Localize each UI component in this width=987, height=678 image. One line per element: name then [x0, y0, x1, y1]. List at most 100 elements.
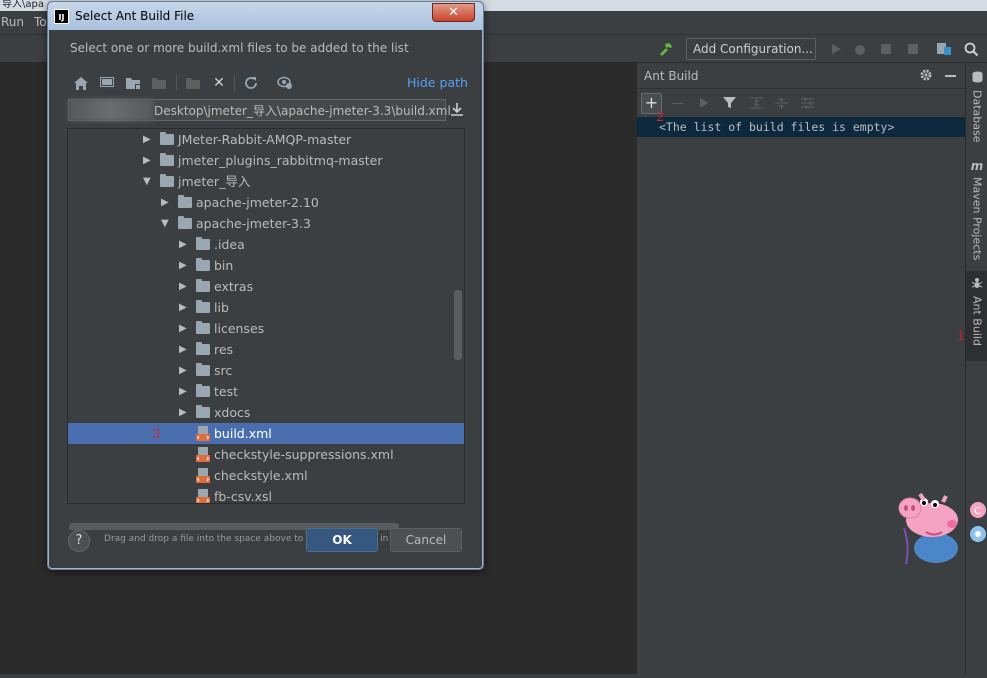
- tab-ant-build[interactable]: Ant Build: [966, 271, 987, 361]
- chevron-right-icon[interactable]: ▶: [143, 150, 151, 171]
- collapse-all-icon[interactable]: [775, 97, 788, 112]
- tab-maven-projects[interactable]: m Maven Projects: [966, 159, 987, 269]
- dialog-titlebar: IJ Select Ant Build File ✕: [48, 2, 483, 30]
- tree-folder-row[interactable]: ▼ apache-jmeter-3.3: [68, 213, 464, 234]
- tree-folder-row[interactable]: ▼ jmeter_导入: [68, 171, 464, 192]
- chevron-right-icon[interactable]: ▶: [179, 297, 187, 318]
- annotation-mark-3: 3: [152, 427, 161, 442]
- tree-item-label: test: [214, 384, 239, 399]
- chevron-down-icon[interactable]: ▼: [143, 171, 151, 192]
- xml-file-icon: [196, 489, 210, 503]
- refresh-icon[interactable]: [242, 74, 260, 92]
- ant-panel-header: Ant Build: [637, 63, 966, 89]
- tree-item-label: res: [214, 342, 234, 357]
- project-structure-icon[interactable]: [936, 41, 952, 57]
- ant-empty-message: <The list of build files is empty>: [637, 117, 966, 137]
- download-path-icon[interactable]: [451, 102, 463, 119]
- hide-path-link[interactable]: Hide path: [407, 75, 468, 90]
- ok-button[interactable]: OK: [306, 528, 378, 552]
- svg-text:C: C: [974, 506, 981, 517]
- tree-vertical-scrollbar[interactable]: [454, 290, 462, 360]
- project-folder-icon[interactable]: [124, 74, 142, 92]
- folder-icon: [196, 279, 210, 292]
- tree-item-label: src: [214, 363, 233, 378]
- hide-panel-icon[interactable]: [945, 75, 956, 77]
- tree-folder-row[interactable]: ▶ licenses: [68, 318, 464, 339]
- tree-file-row[interactable]: checkstyle.xml: [68, 465, 464, 486]
- tree-folder-row[interactable]: ▶ res: [68, 339, 464, 360]
- tree-file-row[interactable]: build.xml: [68, 423, 464, 444]
- chevron-right-icon[interactable]: ▶: [179, 255, 187, 276]
- coverage-icon[interactable]: [878, 41, 894, 57]
- chevron-down-icon[interactable]: ▼: [161, 213, 169, 234]
- cancel-button[interactable]: Cancel: [390, 528, 462, 552]
- tree-folder-row[interactable]: ▶ JMeter-Rabbit-AMQP-master: [68, 129, 464, 150]
- properties-icon[interactable]: [801, 97, 814, 112]
- tab-database[interactable]: Database: [966, 71, 987, 151]
- path-input-value: Desktop\jmeter_导入\apache-jmeter-3.3\buil…: [154, 104, 451, 118]
- toolbar-divider: [234, 75, 235, 91]
- run-target-icon[interactable]: [699, 97, 709, 112]
- run-configuration-selector[interactable]: Add Configuration...: [686, 38, 816, 60]
- tree-folder-row[interactable]: ▶ lib: [68, 297, 464, 318]
- tree-folder-row[interactable]: ▶ jmeter_plugins_rabbitmq-master: [68, 150, 464, 171]
- tree-item-label: .idea: [214, 237, 245, 252]
- folder-icon: [196, 384, 210, 397]
- tree-file-row[interactable]: fb-csv.xsl: [68, 486, 464, 503]
- file-tree[interactable]: ▶ JMeter-Rabbit-AMQP-master ▶ jmeter_plugin…: [67, 128, 465, 504]
- home-icon[interactable]: [72, 74, 90, 92]
- run-icon[interactable]: [828, 41, 844, 57]
- tree-file-row[interactable]: checkstyle-suppressions.xml: [68, 444, 464, 465]
- show-hidden-files-icon[interactable]: [276, 74, 294, 92]
- new-folder-icon[interactable]: [184, 74, 202, 92]
- folder-icon: [196, 405, 210, 418]
- chevron-right-icon[interactable]: ▶: [161, 192, 169, 213]
- menu-tools[interactable]: To: [34, 15, 47, 29]
- stop-icon[interactable]: [905, 41, 921, 57]
- tree-item-label: bin: [214, 258, 234, 273]
- tree-item-label: JMeter-Rabbit-AMQP-master: [178, 132, 352, 147]
- ant-build-panel: Ant Build + <The list of build files is …: [636, 63, 966, 674]
- filter-icon[interactable]: [723, 96, 736, 112]
- chevron-right-icon[interactable]: ▶: [179, 339, 187, 360]
- folder-icon: [196, 237, 210, 250]
- expand-all-icon[interactable]: [750, 97, 763, 112]
- chevron-right-icon[interactable]: ▶: [179, 234, 187, 255]
- remove-icon[interactable]: [672, 103, 683, 104]
- select-ant-build-file-dialog: IJ Select Ant Build File ✕ Select one or…: [47, 1, 484, 570]
- tree-folder-row[interactable]: ▶ test: [68, 381, 464, 402]
- ant-panel-title: Ant Build: [644, 69, 699, 83]
- tab-maven-projects-label: Maven Projects: [970, 177, 984, 261]
- help-button[interactable]: ?: [68, 530, 90, 552]
- tree-folder-row[interactable]: ▶ extras: [68, 276, 464, 297]
- tab-database-label: Database: [970, 90, 984, 143]
- hammer-build-icon[interactable]: [658, 41, 674, 57]
- tree-folder-row[interactable]: ▶ apache-jmeter-2.10: [68, 192, 464, 213]
- folder-icon: [196, 321, 210, 334]
- delete-icon[interactable]: ✕: [210, 74, 228, 92]
- folder-icon: [196, 363, 210, 376]
- close-icon[interactable]: ✕: [432, 3, 475, 22]
- ant-icon: [971, 277, 983, 292]
- tree-folder-row[interactable]: ▶ xdocs: [68, 402, 464, 423]
- tree-folder-row[interactable]: ▶ bin: [68, 255, 464, 276]
- chevron-right-icon[interactable]: ▶: [179, 276, 187, 297]
- folder-icon: [178, 216, 192, 229]
- chevron-right-icon[interactable]: ▶: [143, 129, 151, 150]
- chevron-right-icon[interactable]: ▶: [179, 402, 187, 423]
- menu-run[interactable]: Run: [1, 15, 24, 29]
- chevron-right-icon[interactable]: ▶: [179, 360, 187, 381]
- search-icon[interactable]: [963, 41, 979, 57]
- chevron-right-icon[interactable]: ▶: [179, 381, 187, 402]
- settings-gear-icon[interactable]: [919, 68, 933, 85]
- tree-folder-row[interactable]: ▶ src: [68, 360, 464, 381]
- tree-folder-row[interactable]: ▶ .idea: [68, 234, 464, 255]
- tree-item-label: licenses: [214, 321, 265, 336]
- module-folder-icon[interactable]: [150, 74, 168, 92]
- desktop-icon[interactable]: [98, 74, 116, 92]
- debug-icon[interactable]: [852, 41, 868, 57]
- chevron-right-icon[interactable]: ▶: [179, 318, 187, 339]
- pig-mascot-image: C: [890, 488, 987, 570]
- folder-icon: [160, 153, 174, 166]
- right-tool-stripe: Database m Maven Projects Ant Build: [965, 63, 987, 674]
